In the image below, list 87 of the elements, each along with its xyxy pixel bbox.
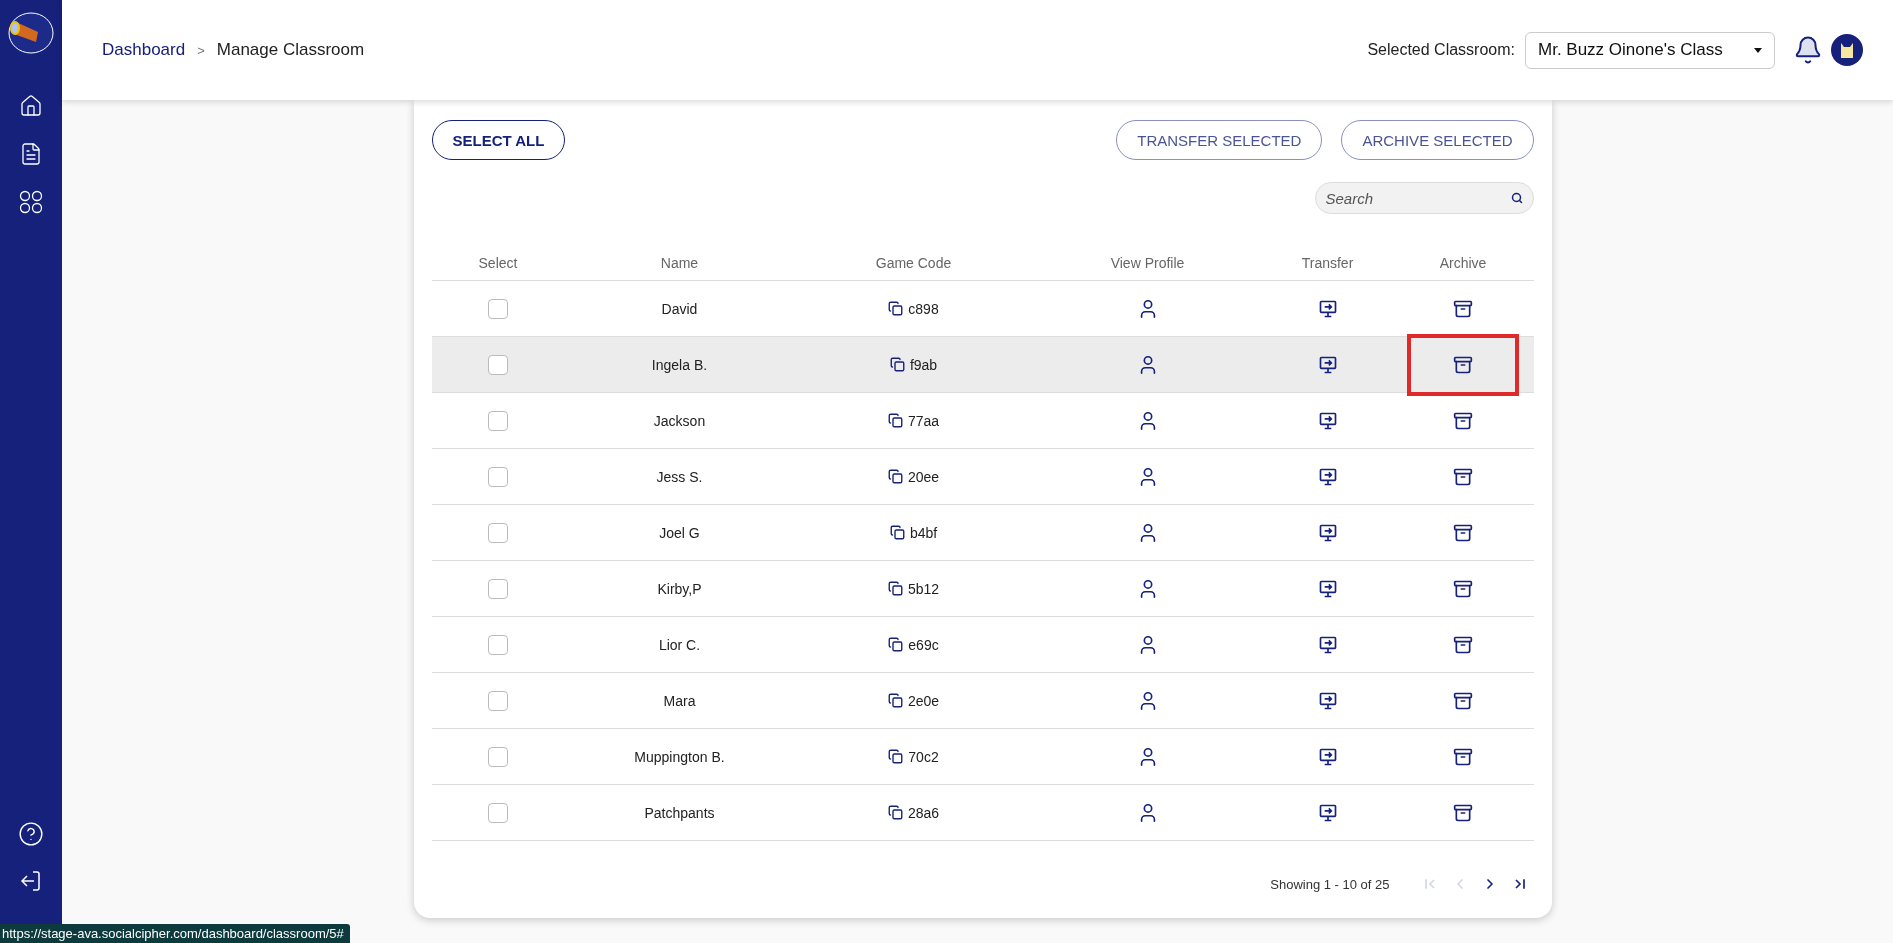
checkbox[interactable] bbox=[488, 298, 508, 319]
student-name: Ingela B. bbox=[651, 356, 708, 373]
archive-icon[interactable] bbox=[1453, 522, 1473, 543]
student-name: Muppington B. bbox=[634, 748, 725, 765]
checkbox[interactable] bbox=[488, 578, 508, 599]
checkbox[interactable] bbox=[488, 522, 508, 543]
student-name: Patchpants bbox=[644, 804, 715, 821]
checkbox[interactable] bbox=[488, 354, 508, 375]
copy-icon[interactable] bbox=[887, 581, 903, 596]
exit-icon[interactable] bbox=[19, 869, 43, 893]
archive-icon[interactable] bbox=[1453, 690, 1473, 711]
monitor-arrow-icon[interactable] bbox=[1317, 746, 1338, 767]
archive-icon[interactable] bbox=[1453, 578, 1473, 599]
copy-icon[interactable] bbox=[888, 749, 904, 764]
checkbox[interactable] bbox=[488, 410, 508, 431]
archive-icon[interactable] bbox=[1453, 298, 1473, 319]
transfer-selected-button[interactable]: TRANSFER SELECTED bbox=[1116, 120, 1323, 160]
home-icon[interactable] bbox=[19, 94, 43, 118]
game-code: 28a6 bbox=[907, 804, 940, 821]
monitor-arrow-icon[interactable] bbox=[1317, 466, 1338, 487]
monitor-arrow-icon[interactable] bbox=[1317, 522, 1338, 543]
archive-icon[interactable] bbox=[1453, 466, 1473, 487]
game-code: e69c bbox=[908, 636, 939, 653]
monitor-arrow-icon[interactable] bbox=[1317, 298, 1338, 319]
archive-icon[interactable] bbox=[1453, 634, 1473, 655]
breadcrumb-link[interactable]: Dashboard bbox=[102, 40, 186, 60]
document-icon[interactable] bbox=[19, 142, 43, 166]
monitor-arrow-icon[interactable] bbox=[1317, 354, 1338, 375]
copy-icon[interactable] bbox=[888, 637, 904, 652]
checkbox[interactable] bbox=[488, 690, 508, 711]
monitor-arrow-icon[interactable] bbox=[1317, 634, 1338, 655]
student-name: Jackson bbox=[653, 412, 706, 429]
column-header: Game Code bbox=[874, 255, 953, 271]
game-code: 77aa bbox=[907, 412, 940, 429]
game-code: f9ab bbox=[909, 356, 938, 373]
student-name: Lior C. bbox=[658, 636, 701, 653]
student-name: David bbox=[661, 300, 698, 317]
game-code: b4bf bbox=[909, 524, 938, 541]
game-code: 2e0e bbox=[907, 692, 940, 709]
column-header: Name bbox=[659, 255, 700, 271]
copy-icon[interactable] bbox=[889, 525, 905, 540]
grid-icon[interactable] bbox=[19, 190, 43, 214]
checkbox[interactable] bbox=[488, 466, 508, 487]
game-code: c898 bbox=[908, 300, 939, 317]
bell-icon[interactable] bbox=[1793, 35, 1823, 65]
checkbox[interactable] bbox=[488, 802, 508, 823]
archive-icon[interactable] bbox=[1453, 410, 1473, 431]
game-code: 70c2 bbox=[908, 748, 939, 765]
archive-icon[interactable] bbox=[1453, 802, 1473, 823]
help-icon[interactable] bbox=[18, 821, 44, 847]
classroom-label: Selected Classroom: bbox=[1367, 41, 1515, 59]
pagination-summary: Showing 1 - 10 of 25 bbox=[1270, 876, 1390, 892]
avatar-icon[interactable] bbox=[1831, 34, 1863, 66]
search-icon bbox=[1510, 192, 1523, 204]
game-code: 20ee bbox=[907, 468, 940, 485]
checkbox[interactable] bbox=[488, 746, 508, 767]
caret-icon bbox=[1754, 47, 1762, 53]
archive-selected-button[interactable]: ARCHIVE SELECTED bbox=[1341, 120, 1534, 160]
copy-icon[interactable] bbox=[887, 469, 903, 484]
copy-icon[interactable] bbox=[887, 413, 903, 428]
status-url: https://stage-ava.socialcipher.com/dashboard/classroom/5# bbox=[0, 924, 350, 943]
copy-icon[interactable] bbox=[888, 301, 904, 316]
breadcrumb-separator: > bbox=[197, 42, 205, 58]
archive-icon[interactable] bbox=[1453, 354, 1473, 375]
telescope-logo bbox=[8, 12, 54, 54]
page-title: Manage Classroom bbox=[216, 40, 365, 60]
checkbox[interactable] bbox=[488, 634, 508, 655]
copy-icon[interactable] bbox=[887, 693, 903, 708]
search-field[interactable]: Search bbox=[1314, 182, 1534, 214]
column-header: Select bbox=[477, 255, 519, 271]
monitor-arrow-icon[interactable] bbox=[1317, 410, 1338, 431]
student-name: Joel G bbox=[659, 524, 700, 541]
column-header: Archive bbox=[1438, 255, 1488, 271]
student-name: Mara bbox=[663, 692, 696, 709]
classroom-dropdown[interactable]: Mr. Buzz Oinone's Class bbox=[1525, 31, 1775, 69]
archive-icon[interactable] bbox=[1453, 746, 1473, 767]
monitor-arrow-icon[interactable] bbox=[1317, 578, 1338, 599]
copy-icon[interactable] bbox=[887, 805, 903, 820]
select-all-button[interactable]: SELECT ALL bbox=[431, 120, 566, 160]
student-name: Kirby,P bbox=[657, 580, 702, 597]
game-code: 5b12 bbox=[907, 580, 940, 597]
student-name: Jess S. bbox=[656, 468, 703, 485]
monitor-arrow-icon[interactable] bbox=[1317, 690, 1338, 711]
column-header: View Profile bbox=[1109, 255, 1186, 271]
monitor-arrow-icon[interactable] bbox=[1317, 802, 1338, 823]
column-header: Transfer bbox=[1300, 255, 1355, 271]
copy-icon[interactable] bbox=[889, 357, 905, 372]
